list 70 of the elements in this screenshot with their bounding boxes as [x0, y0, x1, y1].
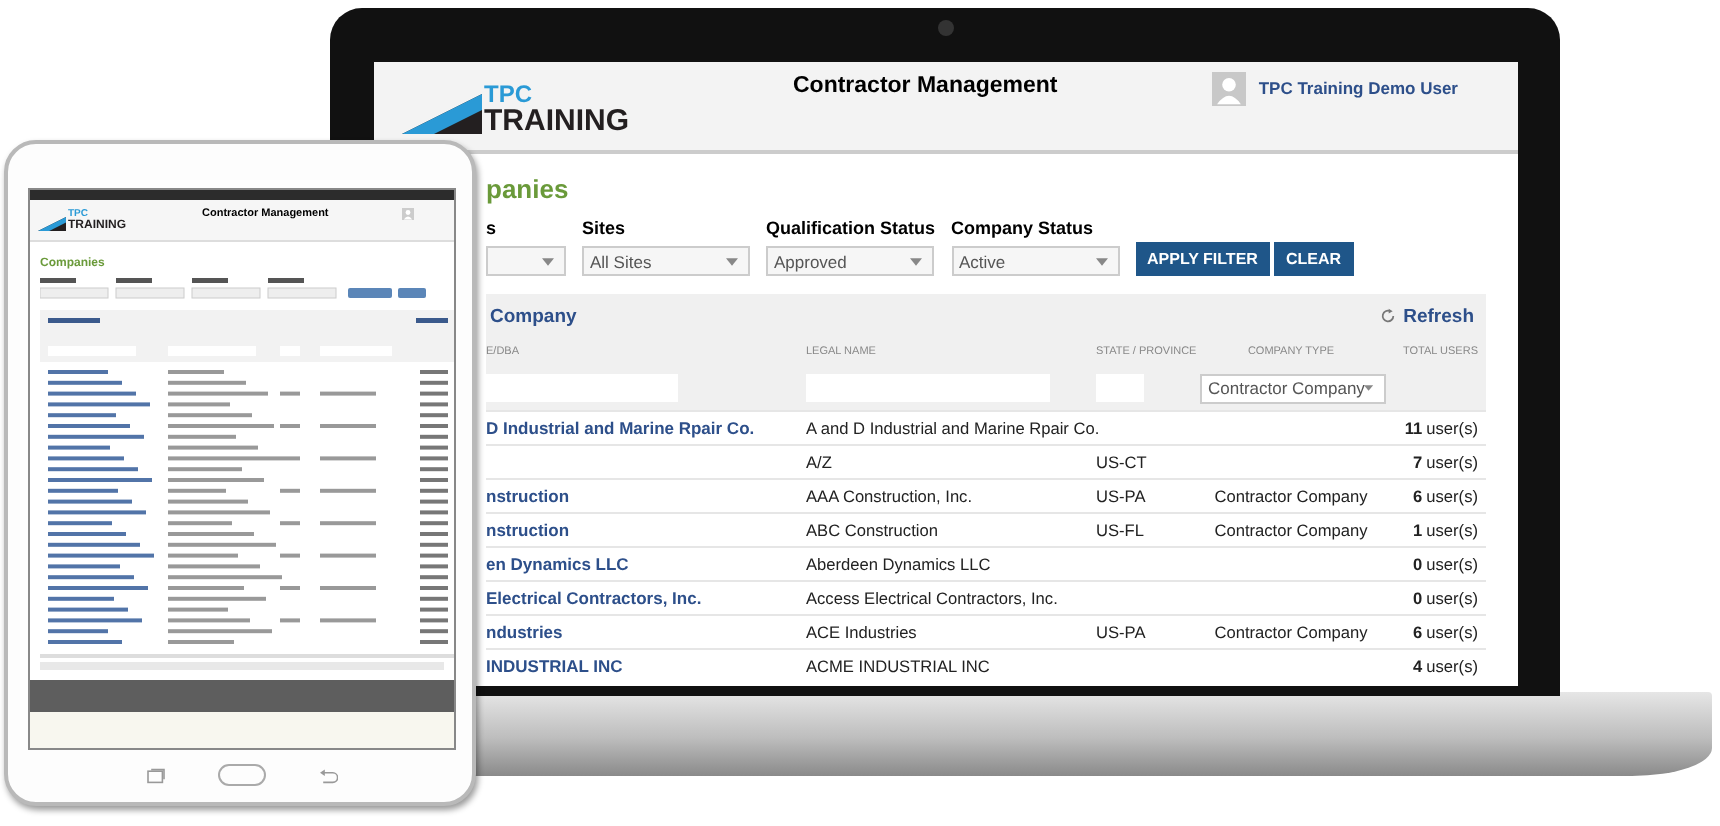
- table-cell: ACE Industries: [806, 622, 917, 642]
- logo-icon: [38, 215, 66, 231]
- caret-icon: [1364, 384, 1374, 392]
- table-cell: A and D Industrial and Marine Rpair Co.: [806, 418, 1100, 438]
- user-count: 0: [1413, 588, 1423, 608]
- table-cell: Contractor Company: [1214, 622, 1368, 642]
- logo-text: TPC: [484, 82, 534, 106]
- table-cell: ABC Construction: [806, 520, 938, 540]
- filter-dropdown[interactable]: [486, 246, 566, 276]
- refresh-link[interactable]: Refresh: [1379, 305, 1474, 327]
- user-link[interactable]: TPC Training Demo User: [1258, 78, 1458, 98]
- logo-icon: [402, 92, 482, 136]
- recent-apps-icon[interactable]: [146, 767, 166, 783]
- avatar-icon: [402, 208, 414, 220]
- filter-button[interactable]: APPLY FILTER: [1135, 242, 1270, 276]
- camera-icon: [938, 20, 954, 36]
- user-unit: user(s): [1426, 486, 1478, 506]
- user-unit: user(s): [1426, 622, 1478, 642]
- dba-name-link[interactable]: ndustries: [486, 622, 563, 642]
- user-count: 0: [1413, 554, 1423, 574]
- caret-icon: [726, 257, 738, 265]
- user-count: 11: [1404, 418, 1423, 438]
- dba-name-link[interactable]: Electrical Contractors, Inc.: [486, 588, 702, 608]
- home-button[interactable]: [218, 764, 266, 786]
- user-count: 1: [1413, 520, 1423, 540]
- add-company-link[interactable]: Company: [490, 305, 577, 327]
- filter-dropdown[interactable]: Active: [951, 246, 1120, 276]
- table-cell: Access Electrical Contractors, Inc.: [806, 588, 1058, 608]
- table-cell: AAA Construction, Inc.: [806, 486, 973, 506]
- avatar-icon: [1212, 72, 1247, 106]
- dba-name-link[interactable]: D Industrial and Marine Rpair Co.: [486, 418, 755, 438]
- table-cell: Aberdeen Dynamics LLC: [806, 554, 991, 574]
- dba-name-link[interactable]: en Dynamics LLC: [486, 554, 629, 574]
- page-title: panies: [486, 174, 571, 208]
- type-filter-dropdown[interactable]: Contractor Company: [1200, 373, 1386, 403]
- user-unit: user(s): [1426, 452, 1478, 472]
- app-title: Contractor Management: [793, 74, 1058, 98]
- filter-dropdown[interactable]: Approved: [766, 246, 934, 276]
- caret-icon: [1095, 257, 1108, 265]
- table-cell: Contractor Company: [1214, 520, 1368, 540]
- user-count: 6: [1413, 622, 1423, 642]
- table-cell: A/Z: [806, 452, 832, 472]
- back-icon[interactable]: [318, 767, 338, 783]
- dba-name-link[interactable]: nstruction: [486, 520, 570, 540]
- filter-dropdown[interactable]: All Sites: [582, 246, 750, 276]
- filter-label: Qualification Status: [766, 218, 936, 240]
- filter-label: s: [486, 218, 499, 240]
- filter-label: Sites: [582, 218, 628, 240]
- filter-label: Company Status: [951, 218, 1096, 240]
- table-cell: US-PA: [1096, 622, 1146, 642]
- caret-icon: [910, 257, 922, 265]
- logo-text: TRAINING: [484, 106, 629, 136]
- user-unit: user(s): [1426, 554, 1478, 574]
- user-count: 6: [1413, 486, 1423, 506]
- user-unit: user(s): [1426, 588, 1478, 608]
- user-unit: user(s): [1426, 520, 1478, 540]
- user-count: 7: [1413, 452, 1423, 472]
- filter-button[interactable]: CLEAR: [1273, 242, 1353, 276]
- user-unit: user(s): [1426, 418, 1478, 438]
- caret-icon: [542, 257, 554, 265]
- table-cell: Contractor Company: [1214, 486, 1368, 506]
- table-cell: ACME INDUSTRIAL INC: [806, 656, 990, 676]
- refresh-icon: [1379, 308, 1396, 324]
- user-unit: user(s): [1426, 656, 1478, 676]
- table-cell: US-PA: [1096, 486, 1146, 506]
- table-cell: US-CT: [1096, 452, 1147, 472]
- user-count: 4: [1413, 656, 1423, 676]
- table-cell: US-FL: [1096, 520, 1144, 540]
- dba-name-link[interactable]: nstruction: [486, 486, 570, 506]
- dba-name-link[interactable]: INDUSTRIAL INC: [486, 656, 623, 676]
